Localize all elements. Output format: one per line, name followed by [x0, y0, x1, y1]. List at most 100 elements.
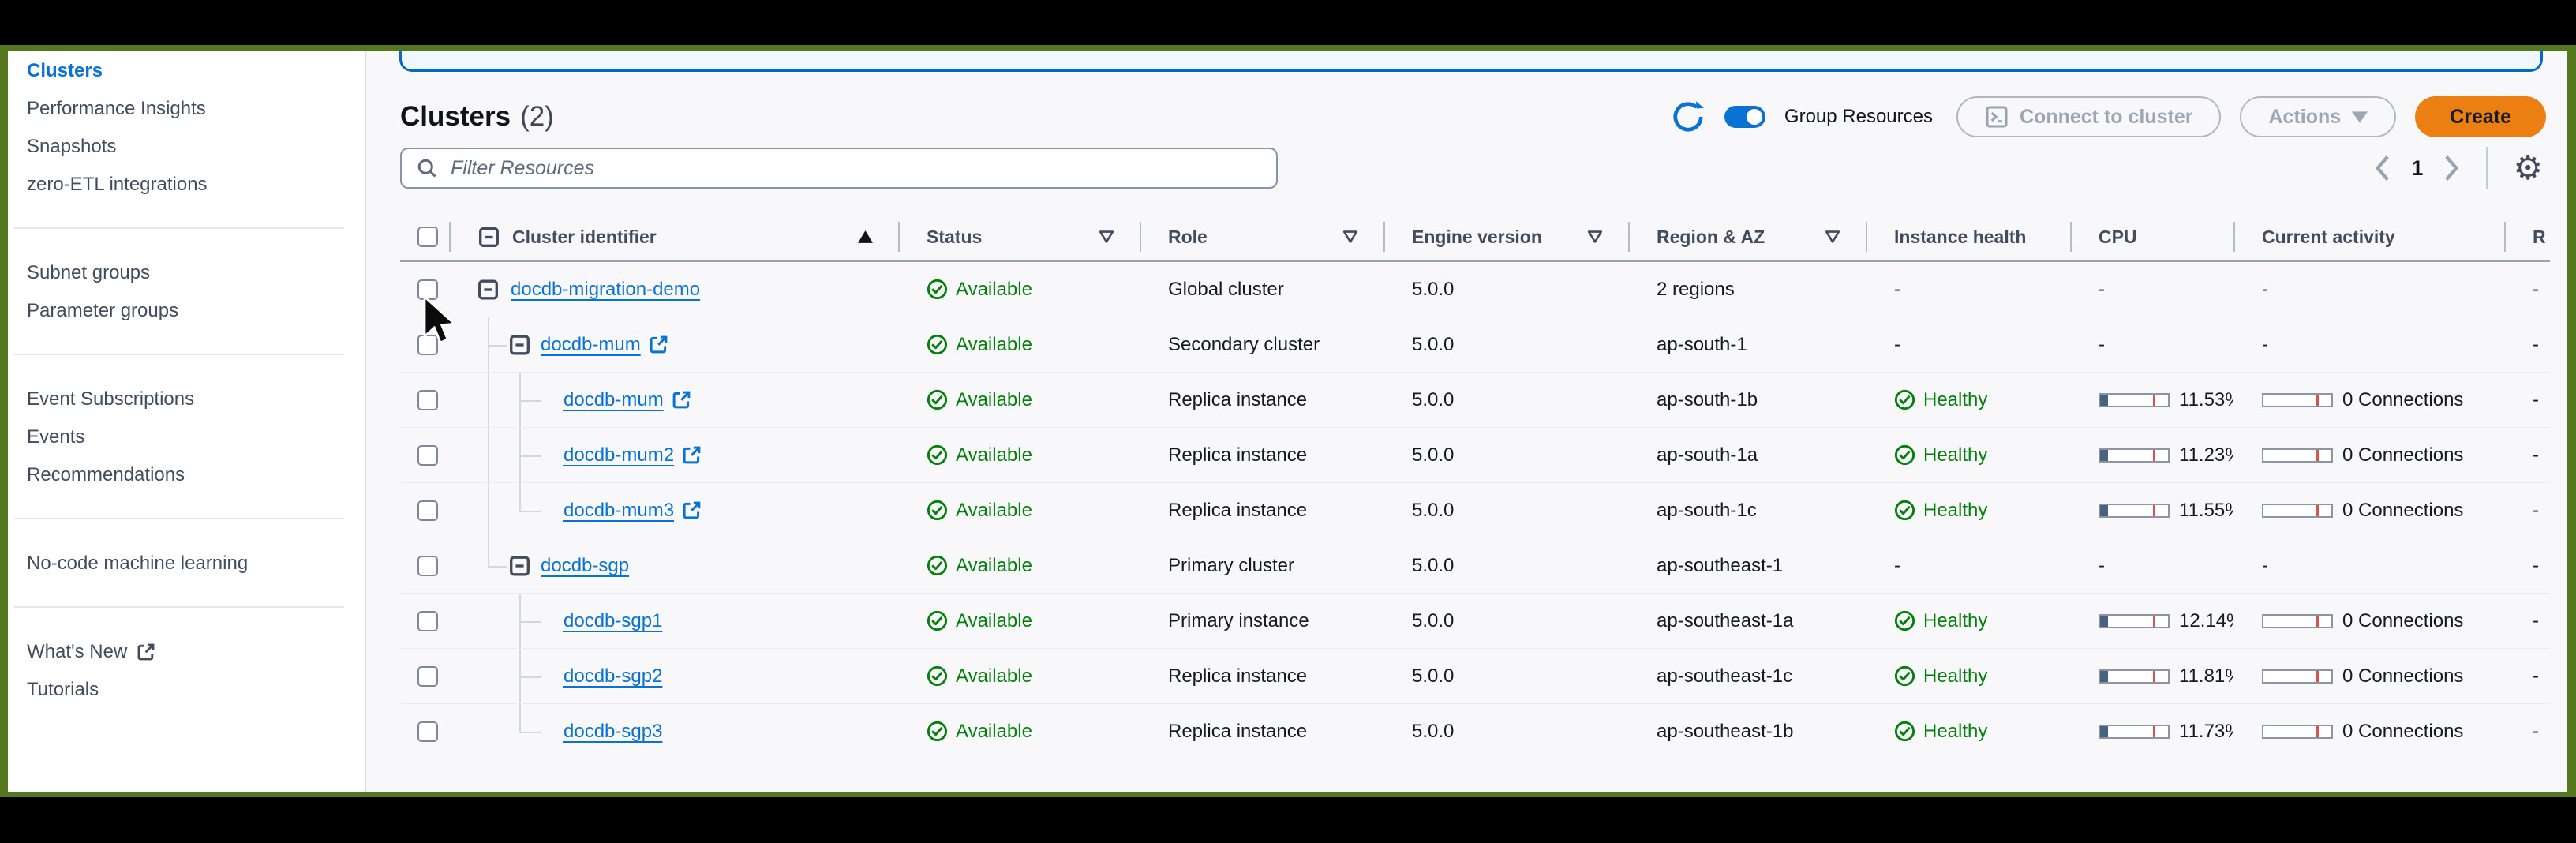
engine-version-cell: 5.0.0: [1383, 500, 1628, 522]
sidebar-item-clusters[interactable]: Clusters: [27, 52, 365, 90]
cluster-link[interactable]: docdb-sgp2: [564, 665, 662, 688]
select-all-checkbox[interactable]: [417, 227, 438, 247]
activity-value: 0 Connections: [2342, 665, 2463, 688]
empty-value: -: [2533, 555, 2539, 577]
check-circle-icon: [1894, 444, 1915, 466]
filter-icon[interactable]: [1342, 230, 1358, 244]
row-select-cell: [400, 390, 449, 410]
status-label: Available: [956, 721, 1032, 743]
sidebar-item-performance-insights[interactable]: Performance Insights: [27, 90, 365, 128]
row-checkbox[interactable]: [417, 500, 438, 521]
cluster-link[interactable]: docdb-mum: [541, 334, 668, 356]
current-activity-cell: 0 Connections: [2233, 500, 2504, 522]
sidebar-item-subnet-groups[interactable]: Subnet groups: [27, 254, 365, 292]
sidebar-divider: [14, 354, 344, 355]
header-engine-version[interactable]: Engine version: [1383, 213, 1628, 260]
table-row: docdb-mumAvailableSecondary cluster5.0.0…: [400, 317, 2550, 373]
table-row: docdb-sgpAvailablePrimary cluster5.0.0ap…: [400, 538, 2550, 594]
health-label: Healthy: [1923, 500, 1987, 522]
next-page-button[interactable]: [2443, 154, 2461, 182]
clusters-toolbar: Clusters (2) Group Resources: [400, 95, 2546, 139]
cpu-cell: 12.14%: [2070, 610, 2233, 632]
sidebar: ClustersPerformance InsightsSnapshots zer…: [8, 51, 366, 792]
header-region-az[interactable]: Region & AZ: [1628, 213, 1866, 260]
sidebar-item-tutorials[interactable]: Tutorials: [27, 671, 365, 709]
filter-icon[interactable]: [1587, 230, 1603, 244]
cpu-utilization-bar: [2099, 448, 2170, 463]
role-cell: Replica instance: [1140, 500, 1383, 522]
connections-bar: [2262, 669, 2333, 684]
role-cell: Replica instance: [1140, 721, 1383, 743]
collapse-row-button[interactable]: [509, 334, 530, 355]
role-cell: Secondary cluster: [1140, 334, 1383, 356]
sidebar-item-events[interactable]: Events: [27, 418, 365, 456]
row-checkbox[interactable]: [417, 611, 438, 631]
empty-value: -: [2533, 389, 2539, 411]
sidebar-item-event-subscriptions[interactable]: Event Subscriptions: [27, 380, 365, 418]
group-resources-toggle[interactable]: [1724, 106, 1765, 128]
tree-line: [519, 511, 541, 512]
region-az-label: ap-southeast-1a: [1657, 610, 1793, 632]
cluster-link[interactable]: docdb-sgp: [541, 555, 629, 577]
sidebar-item-label: zero-ETL integrations: [27, 174, 208, 196]
header-cpu[interactable]: CPU: [2070, 213, 2233, 260]
header-current-activity[interactable]: Current activity: [2233, 213, 2504, 260]
instance-health-cell: Healthy: [1866, 500, 2070, 522]
connect-to-cluster-button[interactable]: Connect to cluster: [1956, 96, 2221, 137]
table-settings-button[interactable]: ⚙: [2513, 152, 2543, 185]
sidebar-item-no-code-machine-learning[interactable]: No-code machine learning: [27, 545, 365, 583]
collapse-all-icon[interactable]: [478, 227, 500, 248]
actions-button[interactable]: Actions: [2240, 96, 2396, 137]
role-cell: Replica instance: [1140, 389, 1383, 411]
row-select-cell: [400, 611, 449, 631]
collapse-row-icon: [509, 555, 530, 576]
header-status[interactable]: Status: [898, 213, 1140, 260]
row-checkbox[interactable]: [417, 556, 438, 576]
table-row: docdb-sgp2AvailableReplica instance5.0.0…: [400, 649, 2550, 704]
status-label: Available: [956, 665, 1032, 688]
cluster-link[interactable]: docdb-sgp1: [564, 610, 662, 632]
previous-page-button[interactable]: [2373, 154, 2391, 182]
filter-resources-input[interactable]: [449, 156, 1262, 181]
collapse-row-button[interactable]: [509, 555, 530, 576]
sidebar-item-parameter-groups[interactable]: Parameter groups: [27, 292, 365, 330]
sidebar-item-what-s-new[interactable]: What's New: [27, 633, 365, 671]
create-button[interactable]: Create: [2415, 96, 2546, 137]
sidebar-item-snapshots[interactable]: Snapshots: [27, 128, 365, 166]
empty-value: -: [2262, 555, 2268, 577]
sidebar-item-recommendations[interactable]: Recommendations: [27, 456, 365, 494]
region-az-label: ap-southeast-1c: [1657, 665, 1792, 688]
collapse-row-button[interactable]: [477, 279, 499, 300]
header-clipped-column[interactable]: R: [2504, 213, 2550, 260]
cluster-link[interactable]: docdb-mum2: [564, 444, 702, 466]
cluster-identifier-cell: docdb-mum: [449, 373, 898, 427]
sort-ascending-icon[interactable]: [858, 230, 873, 243]
sidebar-item-zero-etl-integrations[interactable]: zero-ETL integrations: [27, 166, 365, 204]
refresh-button[interactable]: [1671, 99, 1705, 134]
filter-icon[interactable]: [1099, 230, 1114, 244]
role-label: Replica instance: [1168, 665, 1307, 688]
row-checkbox[interactable]: [417, 721, 438, 742]
row-checkbox[interactable]: [417, 666, 438, 687]
header-cluster-identifier[interactable]: Cluster identifier: [449, 213, 898, 260]
status-cell: Available: [898, 444, 1140, 466]
chevron-right-icon: [2443, 154, 2461, 182]
header-role[interactable]: Role: [1140, 213, 1383, 260]
header-instance-health[interactable]: Instance health: [1866, 213, 2070, 260]
row-checkbox[interactable]: [417, 445, 438, 466]
cluster-link-label: docdb-sgp: [541, 555, 629, 577]
column-label: Cluster identifier: [512, 227, 657, 248]
table-row: docdb-mum3AvailableReplica instance5.0.0…: [400, 483, 2550, 538]
region-az-cell: ap-southeast-1: [1628, 555, 1866, 577]
cluster-link[interactable]: docdb-mum3: [564, 500, 702, 522]
cluster-link[interactable]: docdb-sgp3: [564, 721, 662, 743]
current-activity-cell: -: [2233, 334, 2504, 356]
row-checkbox[interactable]: [417, 390, 438, 410]
cluster-link[interactable]: docdb-migration-demo: [511, 279, 700, 301]
cpu-cell: 11.23%: [2070, 444, 2233, 466]
cluster-link[interactable]: docdb-mum: [564, 389, 691, 411]
tree-line: [488, 345, 507, 347]
check-circle-icon: [1894, 500, 1915, 521]
filter-resources-box: [400, 148, 1278, 189]
filter-icon[interactable]: [1825, 230, 1840, 244]
